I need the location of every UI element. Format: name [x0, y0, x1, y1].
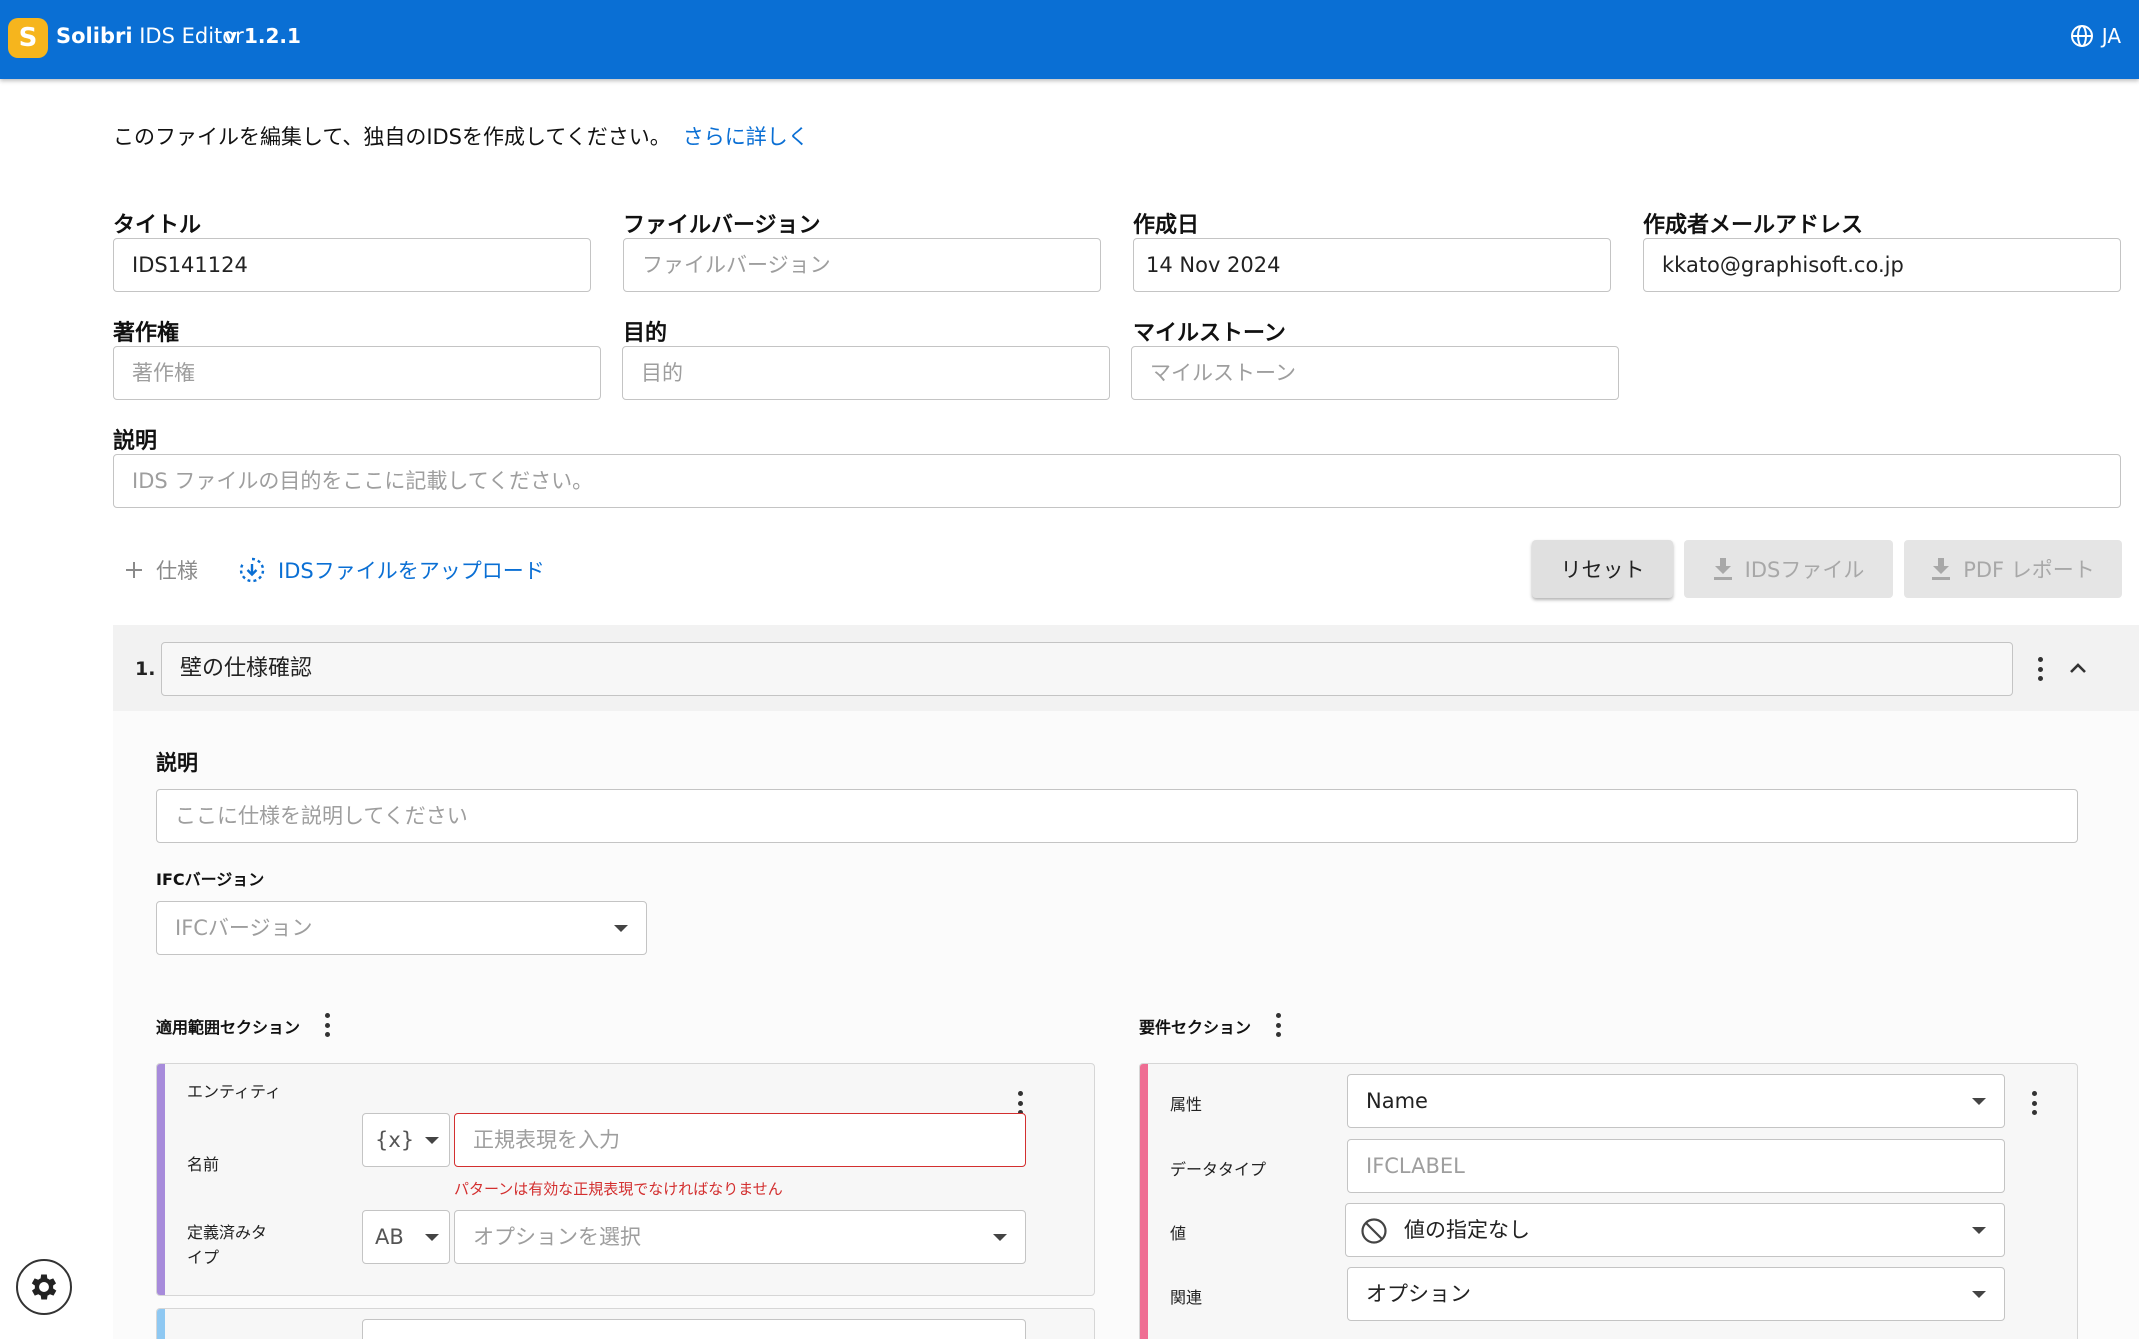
globe-icon: [2070, 25, 2093, 47]
upload-circle-icon: [239, 557, 265, 583]
relation-select[interactable]: オプション: [1347, 1267, 2005, 1321]
dropdown-caret-icon: [1972, 1291, 1986, 1298]
requirement-card-menu-icon[interactable]: [2024, 1088, 2044, 1118]
entity-name-error: パターンは有効な正規表現でなければなりません: [454, 1180, 783, 1198]
no-value-icon: [1361, 1218, 1387, 1244]
purpose-label: 目的: [623, 321, 668, 346]
intro-text: このファイルを編集して、独自のIDSを作成してください。 さらに詳しく: [113, 125, 809, 149]
copyright-input[interactable]: 著作権: [113, 346, 601, 400]
specification-menu-icon[interactable]: [2030, 654, 2050, 684]
card-accent: [157, 1309, 165, 1339]
specification-panel: 1. 壁の仕様確認 説明 ここに仕様を説明してください IFCバージョン IFC…: [113, 625, 2139, 1339]
download-icon: [1932, 558, 1951, 580]
ifc-version-label: IFCバージョン: [156, 870, 265, 889]
app-title: Solibri IDS Editor: [56, 24, 244, 48]
card-accent: [157, 1064, 165, 1295]
title-label: タイトル: [113, 213, 202, 238]
attribute-label: 属性: [1170, 1095, 1203, 1114]
attribute-requirement-card: 属性 Name データタイプ IFCLABEL 値 値の指定なし 関連 オプショ…: [1139, 1063, 2078, 1339]
author-email-label: 作成者メールアドレス: [1643, 213, 1864, 238]
author-email-input[interactable]: kkato@graphisoft.co.jp: [1643, 238, 2121, 292]
applicability-menu-icon[interactable]: [317, 1010, 337, 1040]
plus-icon: [126, 562, 142, 578]
datatype-label: データタイプ: [1170, 1160, 1267, 1179]
dropdown-caret-icon: [425, 1137, 439, 1144]
reset-button[interactable]: リセット: [1532, 540, 1673, 598]
requirements-section-label: 要件セクション: [1139, 1018, 1252, 1037]
specification-number: 1.: [135, 658, 156, 680]
file-version-input[interactable]: ファイルバージョン: [623, 238, 1101, 292]
specification-name-input[interactable]: 壁の仕様確認: [161, 642, 2013, 696]
attribute-select[interactable]: Name: [1347, 1074, 2005, 1128]
date-input[interactable]: 14 Nov 2024: [1133, 238, 1611, 292]
date-label: 作成日: [1133, 213, 1200, 238]
language-selector[interactable]: JA: [2070, 24, 2121, 48]
relation-label: 関連: [1170, 1288, 1203, 1307]
value-select[interactable]: 値の指定なし: [1345, 1203, 2005, 1257]
title-input[interactable]: IDS141124: [113, 238, 591, 292]
file-version-label: ファイルバージョン: [623, 213, 821, 238]
copyright-label: 著作権: [113, 321, 180, 346]
download-pdf-button[interactable]: PDF レポート: [1904, 540, 2122, 598]
app-version: v 1.2.1: [224, 24, 301, 48]
purpose-input[interactable]: 目的: [622, 346, 1110, 400]
value-label: 値: [1170, 1224, 1187, 1243]
predefined-type-label-1: 定義済みタ: [187, 1223, 268, 1242]
dropdown-caret-icon: [993, 1234, 1007, 1241]
spec-description-input[interactable]: ここに仕様を説明してください: [156, 789, 2078, 843]
dropdown-caret-icon: [1972, 1098, 1986, 1105]
applicability-section-label: 適用範囲セクション: [156, 1018, 301, 1037]
entity-name-label: 名前: [187, 1155, 220, 1174]
chevron-up-icon[interactable]: [2066, 657, 2090, 681]
facet-field-partial[interactable]: [362, 1319, 1026, 1339]
milestone-input[interactable]: マイルストーン: [1131, 346, 1619, 400]
entity-title: エンティティ: [187, 1082, 282, 1101]
language-code: JA: [2101, 24, 2121, 48]
download-icon: [1713, 558, 1732, 580]
add-specification-button[interactable]: 仕様: [124, 555, 198, 585]
app-header: S Solibri IDS Editor v 1.2.1 JA: [0, 0, 2139, 79]
download-ids-button[interactable]: IDSファイル: [1684, 540, 1893, 598]
name-type-select[interactable]: {x}: [362, 1113, 450, 1167]
predefined-type-mode-select[interactable]: AB: [362, 1210, 450, 1264]
ifc-version-select[interactable]: IFCバージョン: [156, 901, 647, 955]
description-label: 説明: [113, 429, 158, 454]
description-input[interactable]: IDS ファイルの目的をここに記載してください。: [113, 454, 2121, 508]
specification-header: 1. 壁の仕様確認: [113, 625, 2139, 711]
entity-name-regex-input[interactable]: 正規表現を入力: [454, 1113, 1026, 1167]
dropdown-caret-icon: [614, 925, 628, 932]
dropdown-caret-icon: [1972, 1227, 1986, 1234]
predefined-type-select[interactable]: オプションを選択: [454, 1210, 1026, 1264]
spec-description-label: 説明: [156, 751, 198, 775]
settings-button[interactable]: [16, 1259, 72, 1315]
predefined-type-label-2: イプ: [187, 1248, 220, 1267]
dropdown-caret-icon: [425, 1234, 439, 1241]
upload-ids-button[interactable]: IDSファイルをアップロード: [238, 555, 545, 585]
entity-facet-card: エンティティ 名前 {x} 正規表現を入力 パターンは有効な正規表現でなければな…: [156, 1063, 1095, 1296]
card-accent: [1140, 1064, 1148, 1339]
applicability-facet-card-2: [156, 1308, 1095, 1339]
requirements-menu-icon[interactable]: [1268, 1010, 1288, 1040]
gear-icon: [31, 1274, 57, 1300]
milestone-label: マイルストーン: [1133, 321, 1286, 346]
learn-more-link[interactable]: さらに詳しく: [683, 125, 809, 149]
datatype-input[interactable]: IFCLABEL: [1347, 1139, 2005, 1193]
solibri-logo: S: [8, 18, 48, 58]
